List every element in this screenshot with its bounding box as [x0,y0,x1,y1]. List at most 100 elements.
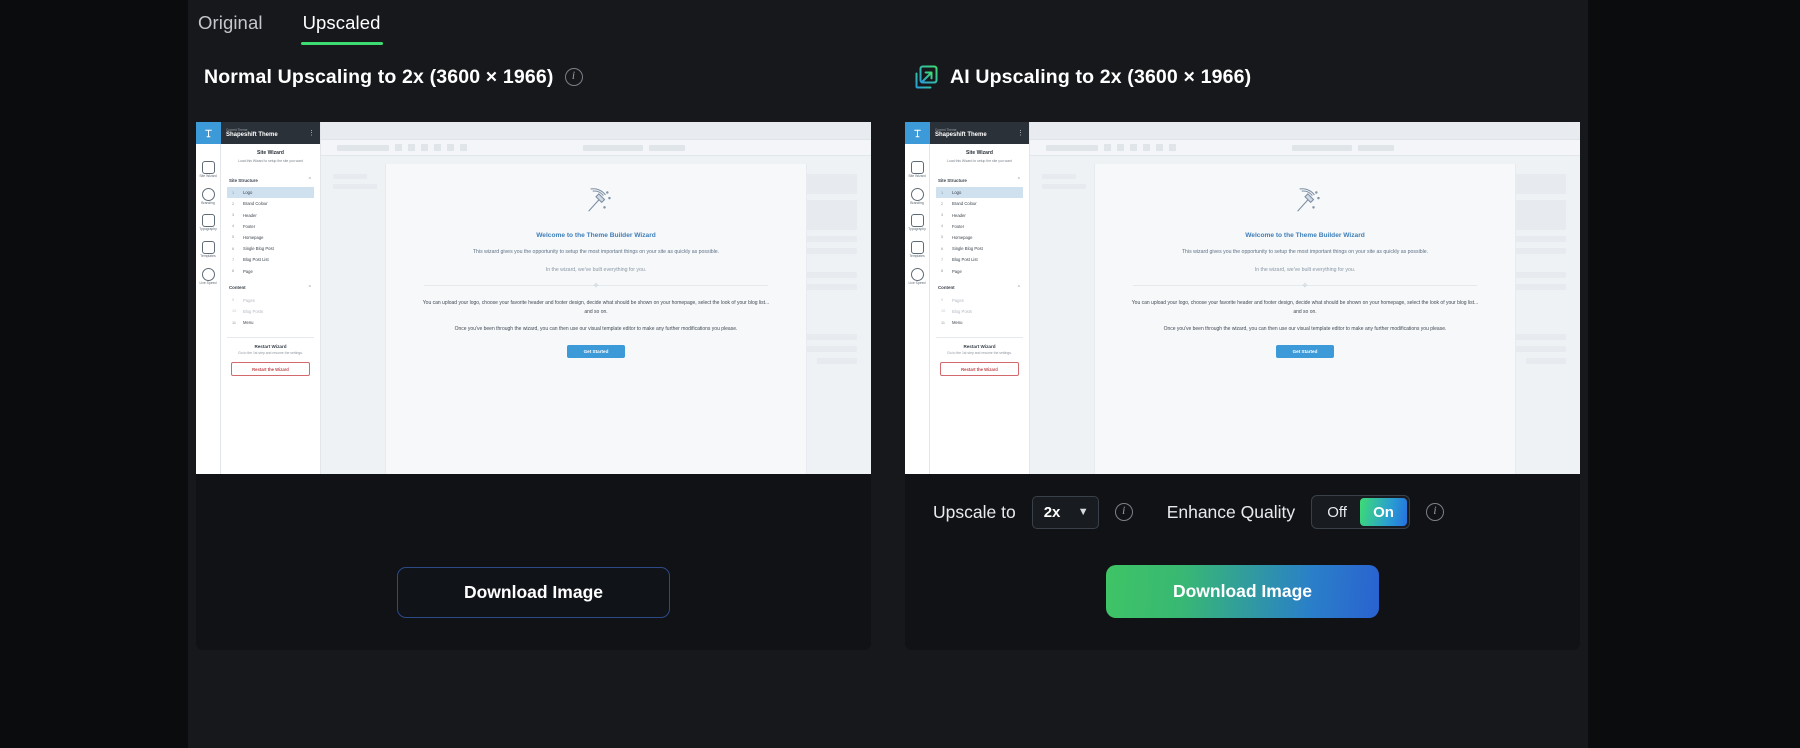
structure-item-single-blog-post[interactable]: 6 Single Blog Post [936,243,1023,254]
rail-item-site-wizard[interactable]: Site Wizard [197,161,219,179]
content-item-menu[interactable]: 11 Menu [227,317,314,328]
preview-ai[interactable]: Site Wizard Branding Typography Template… [905,122,1580,474]
ghost-block [1514,248,1566,254]
structure-item-brand-colour[interactable]: 2 Brand Colour [227,198,314,209]
rail-item-typography[interactable]: Typography [197,214,219,232]
kebab-menu-icon[interactable]: ⋮ [308,129,315,137]
rail-item-templates[interactable]: Templates [197,241,219,259]
chevron-up-icon[interactable]: ⌃ [308,177,312,183]
wizard-subtitle: Load this Wizard to setup the site you w… [947,159,1012,163]
group-heading[interactable]: Content ⌃ [227,283,314,295]
tab-upscaled[interactable]: Upscaled [300,8,383,45]
content-item-pages[interactable]: 9 Pages [227,295,314,306]
kebab-menu-icon[interactable]: ⋮ [1017,129,1024,137]
toolbar-icon [421,144,428,151]
rail-item-branding[interactable]: Branding [906,187,928,206]
toolbar-icon [408,144,415,151]
group-content: Content ⌃ 9 Pages 10 Blog Posts 11 Menu [221,279,320,331]
group-site-structure: Site Structure ⌃ 1 Logo 2 Brand Colour 3 He… [221,171,320,279]
group-heading[interactable]: Site Structure ⌃ [227,175,314,187]
chevron-down-icon: ▼ [1077,506,1089,518]
sparkle-icon: ✧ [592,281,600,291]
group-title: Content [229,285,246,291]
structure-item-blog-post-list[interactable]: 7 Blog Post List [936,254,1023,265]
structure-item-homepage[interactable]: 5 Homepage [227,232,314,243]
get-started-button[interactable]: Get Started [1276,344,1334,358]
rail-item-typography[interactable]: Typography [906,214,928,232]
wizard-para-3: You can upload your logo, choose your fa… [1131,300,1479,315]
download-image-button-normal[interactable]: Download Image [397,567,670,618]
rail-item-site-wizard[interactable]: Site Wizard [906,161,928,179]
preview-canvas: Welcome to the Theme Builder Wizard This… [1030,122,1580,474]
content-item-blog-posts[interactable]: 10 Blog Posts [936,306,1023,317]
chevron-up-icon[interactable]: ⌃ [1017,177,1021,183]
info-icon[interactable]: i [564,68,583,86]
type-icon [910,214,924,228]
ghost-block [333,184,377,189]
restart-subtitle: Go to the 1st step and resume the settin… [947,351,1012,356]
preview-normal[interactable]: Site Wizard Branding Typography Template… [196,122,871,474]
wizard-heading: Welcome to the Theme Builder Wizard [1245,232,1365,239]
toolbar-pill [1358,144,1394,151]
wizard-para-2: In the wizard, we've built everything fo… [1254,266,1356,273]
group-heading[interactable]: Site Structure ⌃ [936,175,1023,187]
normal-title: Normal Upscaling to 2x (3600 × 1966) [204,65,554,88]
rail-item-templates[interactable]: Templates [906,241,928,259]
content-item-pages[interactable]: 9 Pages [936,295,1023,306]
toolbar-icon [395,144,402,151]
structure-item-brand-colour[interactable]: 2 Brand Colour [936,198,1023,209]
group-title: Site Structure [229,177,258,183]
normal-header: Normal Upscaling to 2x (3600 × 1966) i [204,60,871,94]
wizard-para-1: This wizard gives you the opportunity to… [472,249,720,255]
restart-wizard-block: Restart Wizard Go to the 1st step and re… [936,337,1023,377]
ghost-block [1042,184,1086,189]
structure-item-logo[interactable]: 1 Logo [936,187,1023,199]
enhance-option-off[interactable]: Off [1314,498,1360,526]
download-image-button-ai[interactable]: Download Image [1106,565,1379,618]
rail-label: Branding [910,200,924,205]
chevron-up-icon[interactable]: ⌃ [1017,285,1021,291]
enhance-quality-label: Enhance Quality [1166,501,1296,522]
rail-item-live-speed[interactable]: Live Speed [197,267,219,286]
tab-original[interactable]: Original [196,8,265,45]
toolbar-pill [1046,144,1098,151]
structure-item-blog-post-list[interactable]: 7 Blog Post List [227,254,314,265]
group-heading[interactable]: Content ⌃ [936,283,1023,295]
type-icon [201,214,215,228]
group-content: Content ⌃ 9 Pages 10 Blog Posts 11 Menu [930,279,1029,331]
rail-item-branding[interactable]: Branding [197,187,219,206]
panel-normal-upscaling: Normal Upscaling to 2x (3600 × 1966) i S… [196,60,871,650]
content-item-blog-posts[interactable]: 10 Blog Posts [227,306,314,317]
content-item-menu[interactable]: 11 Menu [936,317,1023,328]
structure-item-header[interactable]: 3 Header [227,209,314,220]
structure-item-single-blog-post[interactable]: 6 Single Blog Post [227,243,314,254]
template-icon [910,241,924,255]
upscale-factor-select[interactable]: 2x ▼ [1031,495,1099,529]
ghost-block [805,174,857,194]
info-icon[interactable]: i [1114,503,1133,521]
info-icon[interactable]: i [1425,503,1444,521]
rail-item-live-speed[interactable]: Live Speed [906,267,928,286]
enhance-option-on[interactable]: On [1360,498,1407,526]
structure-item-page[interactable]: 8 Page [936,265,1023,276]
ghost-block [817,358,857,364]
toolbar-pill [1292,144,1352,151]
restart-title: Restart Wizard [254,344,287,350]
wizard-para-2: In the wizard, we've built everything fo… [545,266,647,273]
structure-item-footer[interactable]: 4 Footer [936,221,1023,232]
structure-item-page[interactable]: 8 Page [227,265,314,276]
wizard-sheet: Welcome to the Theme Builder Wizard This… [1094,164,1516,474]
brand-name: Shapeshift Theme [226,131,278,138]
structure-item-footer[interactable]: 4 Footer [227,221,314,232]
restart-wizard-button[interactable]: Restart the Wizard [940,362,1019,377]
chevron-up-icon[interactable]: ⌃ [308,285,312,291]
group-title: Content [938,285,955,291]
structure-item-header[interactable]: 3 Header [936,209,1023,220]
get-started-button[interactable]: Get Started [567,344,625,358]
structure-item-homepage[interactable]: 5 Homepage [936,232,1023,243]
ghost-block [1042,174,1076,179]
wizard-heading: Welcome to the Theme Builder Wizard [536,232,656,239]
ghost-block [805,248,857,254]
structure-item-logo[interactable]: 1 Logo [227,187,314,199]
restart-wizard-button[interactable]: Restart the Wizard [231,362,310,377]
